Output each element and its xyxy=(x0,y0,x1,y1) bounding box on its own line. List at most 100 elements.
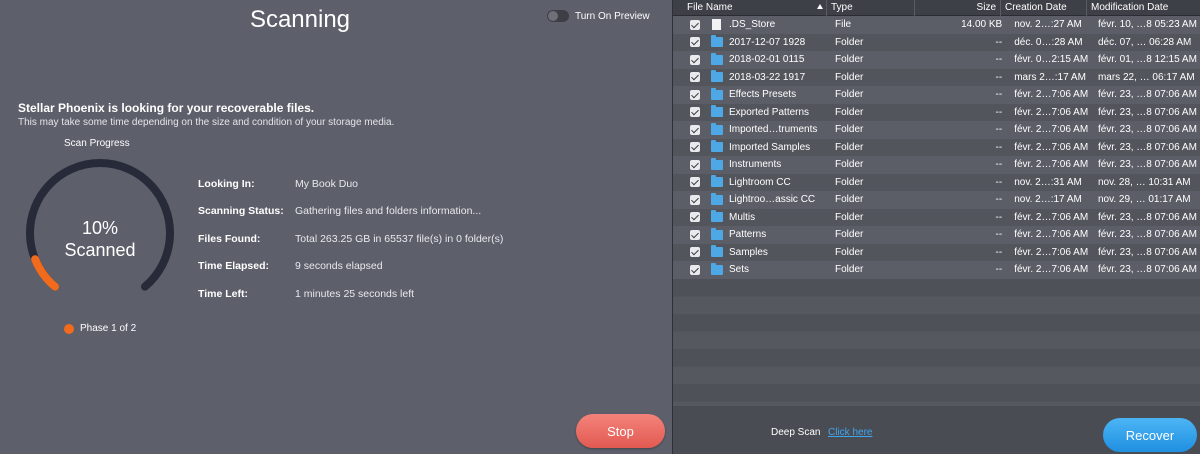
row-checkbox[interactable] xyxy=(690,107,700,118)
cell-size: -- xyxy=(995,264,1003,276)
row-checkbox[interactable] xyxy=(690,142,700,153)
cell-created: févr. 2…7:06 AM xyxy=(1014,106,1089,118)
table-row[interactable]: Lightroo…assic CC Folder -- nov. 2…:17 AM no… xyxy=(673,191,1200,209)
table-row[interactable]: Sets Folder -- févr. 2…7:06 AM févr. 23, …8 … xyxy=(673,261,1200,279)
cell-size: -- xyxy=(995,141,1003,153)
row-checkbox[interactable] xyxy=(690,37,700,48)
recover-button[interactable]: Recover xyxy=(1103,418,1197,452)
cell-size: -- xyxy=(995,36,1003,48)
folder-icon xyxy=(711,210,723,223)
cell-modified: févr. 23, …8 07:06 AM xyxy=(1097,141,1197,153)
row-checkbox[interactable] xyxy=(690,212,700,223)
percent-text: 10% xyxy=(81,218,119,238)
info-row-time-left: Time Left: 1 minutes 25 seconds left xyxy=(198,280,503,308)
folder-icon xyxy=(711,35,723,48)
cell-size: -- xyxy=(995,176,1003,188)
table-row[interactable]: Samples Folder -- févr. 2…7:06 AM févr. 23, … xyxy=(673,243,1200,261)
phase-indicator: Phase 1 of 2 xyxy=(64,323,136,334)
cell-modified: févr. 23, …8 07:06 AM xyxy=(1097,211,1197,223)
cell-type: Folder xyxy=(834,194,864,206)
header-file-name[interactable]: File Name xyxy=(673,0,827,16)
row-checkbox[interactable] xyxy=(690,177,700,188)
table-row[interactable]: Multis Folder -- févr. 2…7:06 AM févr. 23, …… xyxy=(673,208,1200,226)
table-row[interactable]: .DS_Store File 14.00 KB nov. 2…:27 AM févr. … xyxy=(673,16,1200,34)
header-creation-date[interactable]: Creation Date xyxy=(1001,0,1087,16)
info-value: Total 263.25 GB in 65537 file(s) in 0 fo… xyxy=(295,232,504,245)
row-checkbox[interactable] xyxy=(690,229,700,240)
row-checkbox[interactable] xyxy=(690,247,700,258)
table-row[interactable]: Instruments Folder -- févr. 2…7:06 AM févr. … xyxy=(673,156,1200,174)
info-key: Looking In: xyxy=(198,177,255,190)
cell-created: févr. 0…2:15 AM xyxy=(1014,54,1089,66)
stop-button[interactable]: Stop xyxy=(576,414,665,448)
cell-type: Folder xyxy=(834,106,864,118)
cell-name: .DS_Store xyxy=(729,19,776,31)
scan-panel: Scanning Turn On Preview Stellar Phoenix… xyxy=(0,0,672,454)
header-modification-date[interactable]: Modification Date xyxy=(1087,0,1200,16)
folder-icon xyxy=(711,227,723,240)
folder-icon xyxy=(711,105,723,118)
cell-size: -- xyxy=(995,124,1003,136)
row-checkbox[interactable] xyxy=(690,54,700,65)
folder-icon xyxy=(711,87,723,100)
cell-type: File xyxy=(834,19,852,31)
table-row[interactable]: 2017-12-07 1928 Folder -- déc. 0…:28 AM déc.… xyxy=(673,33,1200,51)
folder-icon xyxy=(711,52,723,65)
header-size[interactable]: Size xyxy=(915,0,1001,16)
file-list: .DS_Store File 14.00 KB nov. 2…:27 AM févr. … xyxy=(673,16,1200,279)
cell-created: févr. 2…7:06 AM xyxy=(1014,264,1089,276)
cell-type: Folder xyxy=(834,54,864,66)
cell-created: nov. 2…:31 AM xyxy=(1014,176,1082,188)
row-checkbox[interactable] xyxy=(690,194,700,205)
cell-size: -- xyxy=(995,71,1003,83)
cell-type: Folder xyxy=(834,264,864,276)
folder-icon xyxy=(711,70,723,83)
header-type[interactable]: Type xyxy=(827,0,915,16)
cell-name: 2018-03-22 1917 xyxy=(729,71,806,83)
deep-scan-link[interactable]: Click here xyxy=(828,427,872,438)
info-row-files-found: Files Found: Total 263.25 GB in 65537 fi… xyxy=(198,225,503,253)
preview-toggle[interactable] xyxy=(547,10,569,22)
cell-type: Folder xyxy=(834,89,864,101)
scan-subline: This may take some time depending on the… xyxy=(18,117,395,128)
cell-name: Effects Presets xyxy=(729,89,797,101)
cell-size: -- xyxy=(995,211,1003,223)
cell-name: Exported Patterns xyxy=(729,106,810,118)
cell-name: Samples xyxy=(729,246,768,258)
cell-modified: févr. 23, …8 07:06 AM xyxy=(1097,106,1197,118)
info-value: My Book Duo xyxy=(295,177,359,190)
scan-progress-label: Scan Progress xyxy=(64,138,130,149)
table-row[interactable]: Lightroom CC Folder -- nov. 2…:31 AM nov. 28… xyxy=(673,173,1200,191)
row-checkbox[interactable] xyxy=(690,89,700,100)
phase-dot-icon xyxy=(64,323,74,334)
table-row[interactable]: Exported Patterns Folder -- févr. 2…7:06 AM… xyxy=(673,103,1200,121)
info-row-looking-in: Looking In: My Book Duo xyxy=(198,170,503,198)
cell-modified: nov. 28, … 10:31 AM xyxy=(1097,176,1191,188)
row-checkbox[interactable] xyxy=(690,159,700,170)
cell-type: Folder xyxy=(834,141,864,153)
cell-modified: févr. 10, …8 05:23 AM xyxy=(1097,19,1197,31)
table-row[interactable]: Patterns Folder -- févr. 2…7:06 AM févr. 23,… xyxy=(673,226,1200,244)
cell-created: nov. 2…:27 AM xyxy=(1014,19,1082,31)
row-checkbox[interactable] xyxy=(690,19,700,30)
cell-name: Imported…truments xyxy=(729,124,818,136)
row-checkbox[interactable] xyxy=(690,72,700,83)
cell-type: Folder xyxy=(834,36,864,48)
table-row[interactable]: Imported…truments Folder -- févr. 2…7:06 AM… xyxy=(673,121,1200,139)
table-row[interactable]: 2018-02-01 0115 Folder -- févr. 0…2:15 AM fé… xyxy=(673,51,1200,69)
cell-modified: févr. 23, …8 07:06 AM xyxy=(1097,89,1197,101)
info-key: Time Elapsed: xyxy=(198,260,269,273)
cell-size: -- xyxy=(995,54,1003,66)
folder-icon xyxy=(711,262,723,275)
row-checkbox[interactable] xyxy=(690,124,700,135)
table-row[interactable]: Effects Presets Folder -- févr. 2…7:06 AM fé… xyxy=(673,86,1200,104)
row-checkbox[interactable] xyxy=(690,264,700,275)
folder-icon xyxy=(711,122,723,135)
info-key: Time Left: xyxy=(198,287,248,300)
cell-name: Instruments xyxy=(729,159,782,171)
page-title: Scanning xyxy=(249,6,351,33)
table-row[interactable]: 2018-03-22 1917 Folder -- mars 2…:17 AM mars… xyxy=(673,68,1200,86)
table-row[interactable]: Imported Samples Folder -- févr. 2…7:06 AM f… xyxy=(673,138,1200,156)
folder-icon xyxy=(711,245,723,258)
file-icon xyxy=(712,19,721,31)
